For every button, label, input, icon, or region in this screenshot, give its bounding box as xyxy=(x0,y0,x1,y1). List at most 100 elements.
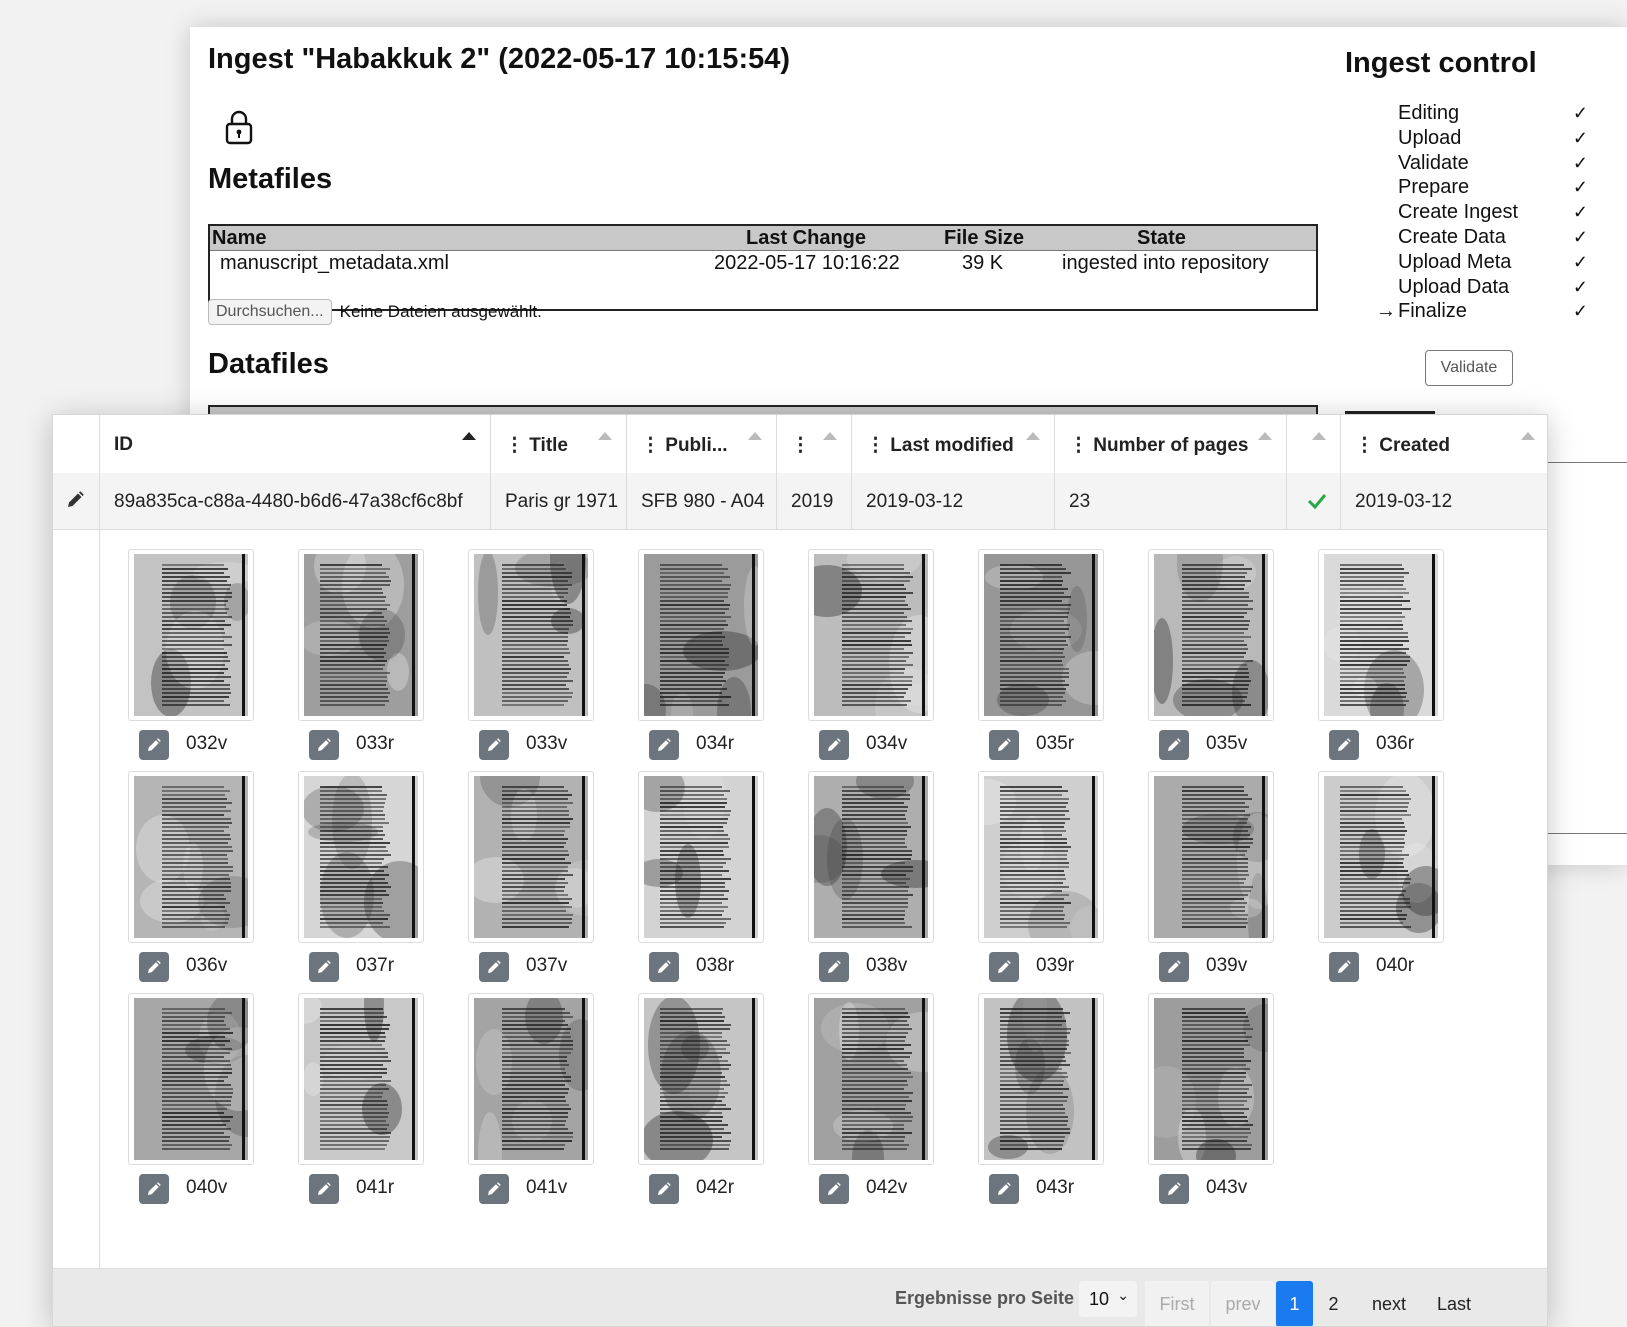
page-thumbnail[interactable]: 036r xyxy=(1318,549,1448,767)
column-id[interactable]: ID xyxy=(99,415,490,473)
lock-icon[interactable] xyxy=(224,109,254,145)
sort-icon[interactable] xyxy=(598,432,612,440)
edit-page-button[interactable] xyxy=(139,730,169,760)
column-status[interactable] xyxy=(1286,415,1340,473)
edit-page-button[interactable] xyxy=(649,952,679,982)
page-thumbnail[interactable]: 039v xyxy=(1148,771,1278,989)
edit-page-button[interactable] xyxy=(309,952,339,982)
page-thumbnail[interactable]: 042v xyxy=(808,993,938,1211)
browse-button[interactable]: Durchsuchen... xyxy=(208,299,332,325)
thumbnail-frame[interactable] xyxy=(128,549,254,721)
page-thumbnail[interactable]: 038r xyxy=(638,771,768,989)
page-thumbnail[interactable]: 041v xyxy=(468,993,598,1211)
thumbnail-frame[interactable] xyxy=(1318,771,1444,943)
thumbnail-frame[interactable] xyxy=(1148,993,1274,1165)
edit-page-button[interactable] xyxy=(1159,1174,1189,1204)
page-button-2[interactable]: 2 xyxy=(1315,1281,1352,1326)
column-menu-icon[interactable]: ⋮ xyxy=(505,435,524,456)
edit-page-button[interactable] xyxy=(309,730,339,760)
page-button-1[interactable]: 1 xyxy=(1276,1281,1313,1326)
column-menu-icon[interactable]: ⋮ xyxy=(866,435,885,456)
edit-page-button[interactable] xyxy=(479,1174,509,1204)
thumbnail-frame[interactable] xyxy=(638,993,764,1165)
edit-page-button[interactable] xyxy=(989,952,1019,982)
page-thumbnail[interactable]: 038v xyxy=(808,771,938,989)
column-last-modified[interactable]: ⋮ Last modified xyxy=(851,415,1054,473)
edit-page-button[interactable] xyxy=(819,730,849,760)
thumbnail-frame[interactable] xyxy=(978,549,1104,721)
thumbnail-frame[interactable] xyxy=(978,771,1104,943)
column-created[interactable]: ⋮ Created xyxy=(1340,415,1547,473)
thumbnail-frame[interactable] xyxy=(808,771,934,943)
sort-icon[interactable] xyxy=(823,432,837,440)
sort-icon[interactable] xyxy=(748,432,762,440)
column-menu-icon[interactable]: ⋮ xyxy=(641,435,660,456)
page-thumbnail[interactable]: 042r xyxy=(638,993,768,1211)
page-thumbnail[interactable]: 033r xyxy=(298,549,428,767)
page-thumbnail[interactable]: 039r xyxy=(978,771,1108,989)
column-number-of-pages[interactable]: ⋮ Number of pages xyxy=(1054,415,1286,473)
page-thumbnail[interactable]: 032v xyxy=(128,549,258,767)
first-page-button[interactable]: First xyxy=(1145,1281,1209,1326)
sort-icon[interactable] xyxy=(1312,432,1326,440)
edit-page-button[interactable] xyxy=(649,1174,679,1204)
thumbnail-frame[interactable] xyxy=(298,549,424,721)
thumbnail-frame[interactable] xyxy=(298,993,424,1165)
thumbnail-frame[interactable] xyxy=(1148,771,1274,943)
edit-page-button[interactable] xyxy=(1329,952,1359,982)
column-publication[interactable]: ⋮ Publi... xyxy=(626,415,776,473)
thumbnail-frame[interactable] xyxy=(128,771,254,943)
prev-page-button[interactable]: prev xyxy=(1211,1281,1275,1326)
page-thumbnail[interactable]: 037r xyxy=(298,771,428,989)
thumbnail-frame[interactable] xyxy=(1318,549,1444,721)
page-thumbnail[interactable]: 033v xyxy=(468,549,598,767)
edit-page-button[interactable] xyxy=(819,952,849,982)
thumbnail-frame[interactable] xyxy=(468,549,594,721)
edit-page-button[interactable] xyxy=(819,1174,849,1204)
last-page-button[interactable]: Last xyxy=(1423,1281,1485,1326)
column-menu-icon[interactable]: ⋮ xyxy=(791,435,810,456)
thumbnail-frame[interactable] xyxy=(1148,549,1274,721)
edit-page-button[interactable] xyxy=(1329,730,1359,760)
page-thumbnail[interactable]: 037v xyxy=(468,771,598,989)
page-thumbnail[interactable]: 040r xyxy=(1318,771,1448,989)
page-thumbnail[interactable]: 040v xyxy=(128,993,258,1211)
thumbnail-frame[interactable] xyxy=(638,771,764,943)
page-thumbnail[interactable]: 035v xyxy=(1148,549,1278,767)
thumbnail-frame[interactable] xyxy=(128,993,254,1165)
edit-page-button[interactable] xyxy=(1159,730,1189,760)
edit-page-button[interactable] xyxy=(989,730,1019,760)
column-menu-icon[interactable]: ⋮ xyxy=(1355,435,1374,456)
validate-button[interactable]: Validate xyxy=(1425,350,1513,386)
page-thumbnail[interactable]: 043r xyxy=(978,993,1108,1211)
next-page-button[interactable]: next xyxy=(1359,1281,1419,1326)
page-thumbnail[interactable]: 035r xyxy=(978,549,1108,767)
column-menu-icon[interactable]: ⋮ xyxy=(1069,435,1088,456)
page-thumbnail[interactable]: 041r xyxy=(298,993,428,1211)
edit-page-button[interactable] xyxy=(989,1174,1019,1204)
edit-page-button[interactable] xyxy=(1159,952,1189,982)
page-thumbnail[interactable]: 043v xyxy=(1148,993,1278,1211)
page-thumbnail[interactable]: 036v xyxy=(128,771,258,989)
results-per-page-select[interactable]: 10 ⌄ xyxy=(1079,1281,1137,1317)
column-title[interactable]: ⋮ Title xyxy=(490,415,626,473)
thumbnail-frame[interactable] xyxy=(298,771,424,943)
page-thumbnail[interactable]: 034v xyxy=(808,549,938,767)
edit-page-button[interactable] xyxy=(479,730,509,760)
thumbnail-frame[interactable] xyxy=(808,993,934,1165)
thumbnail-frame[interactable] xyxy=(808,549,934,721)
sort-icon[interactable] xyxy=(1026,432,1040,440)
pencil-icon[interactable] xyxy=(65,490,85,510)
edit-page-button[interactable] xyxy=(139,952,169,982)
sort-icon[interactable] xyxy=(1521,432,1535,440)
thumbnail-frame[interactable] xyxy=(638,549,764,721)
edit-page-button[interactable] xyxy=(309,1174,339,1204)
sort-icon[interactable] xyxy=(1258,432,1272,440)
edit-page-button[interactable] xyxy=(139,1174,169,1204)
table-row[interactable]: 89a835ca-c88a-4480-b6d6-47a38cf6c8bf Par… xyxy=(53,473,1547,530)
thumbnail-frame[interactable] xyxy=(468,771,594,943)
thumbnail-frame[interactable] xyxy=(978,993,1104,1165)
column-year[interactable]: ⋮ xyxy=(776,415,851,473)
thumbnail-frame[interactable] xyxy=(468,993,594,1165)
page-thumbnail[interactable]: 034r xyxy=(638,549,768,767)
